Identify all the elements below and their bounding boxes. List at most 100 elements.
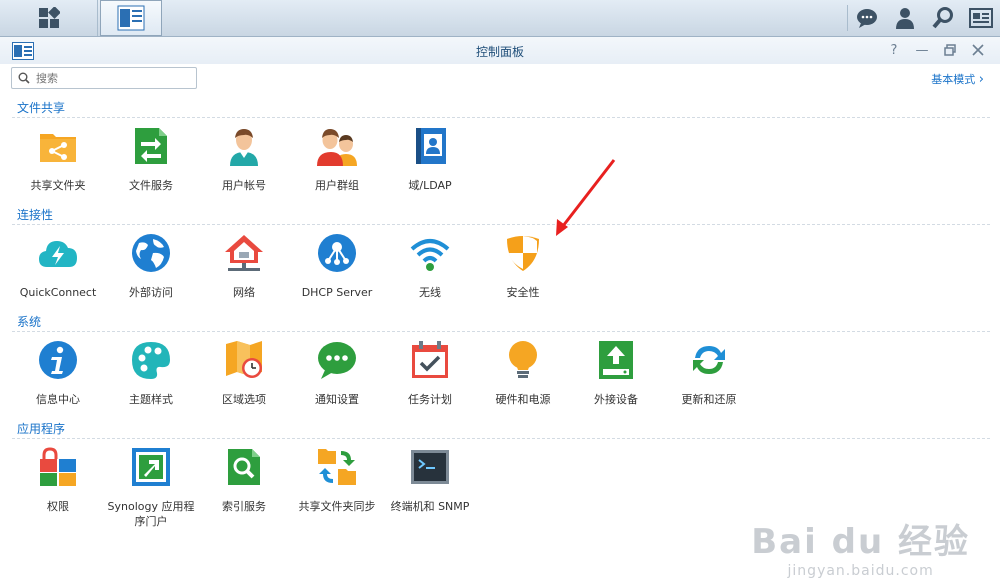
item-shared-folder-sync[interactable]: 共享文件夹同步: [291, 447, 383, 514]
section-title: 文件共享: [12, 99, 990, 118]
item-label: 通知设置: [315, 393, 359, 406]
minimize-icon[interactable]: —: [912, 40, 932, 60]
wifi-icon: [410, 239, 450, 271]
search-input[interactable]: [34, 70, 188, 86]
search-field[interactable]: [11, 67, 197, 89]
window-title: 控制面板: [475, 45, 524, 59]
item-label: 无线: [419, 286, 441, 299]
item-update-restore[interactable]: 更新和还原: [663, 340, 755, 407]
help-icon[interactable]: ?: [884, 40, 904, 60]
item-label: 区域选项: [222, 393, 266, 406]
basic-mode-label: 基本模式: [931, 73, 976, 86]
item-shared-folder[interactable]: 共享文件夹: [12, 126, 104, 193]
user-icon: [230, 129, 258, 166]
item-label: 域/LDAP: [408, 179, 452, 192]
item-external-access[interactable]: 外部访问: [105, 233, 197, 300]
item-task-scheduler[interactable]: 任务计划: [384, 340, 476, 407]
item-label: 网络: [233, 286, 255, 299]
item-label: 索引服务: [222, 500, 266, 513]
window-title-bar: 控制面板 ? —: [0, 37, 1000, 64]
item-privileges[interactable]: 权限: [12, 447, 104, 514]
item-label: 用户帐号: [222, 179, 266, 192]
section-applications: 应用程序 权限 Synology 应用程序门户 索引服务 共享文件夹同步 终端机…: [12, 420, 990, 528]
section-title: 应用程序: [12, 420, 990, 439]
item-label: QuickConnect: [19, 286, 97, 299]
external-device-icon: [599, 341, 633, 379]
item-theme[interactable]: 主题样式: [105, 340, 197, 407]
item-label: 硬件和电源: [495, 393, 551, 406]
control-panel-icon: [117, 5, 145, 31]
chat-bubble-icon: [318, 342, 356, 379]
item-regional-options[interactable]: 区域选项: [198, 340, 290, 407]
item-indexing-service[interactable]: 索引服务: [198, 447, 290, 514]
folder-sync-icon: [318, 449, 356, 485]
item-label: 共享文件夹: [30, 179, 86, 192]
search-icon: [18, 72, 30, 84]
item-dhcp-server[interactable]: DHCP Server: [291, 233, 383, 300]
item-security[interactable]: 安全性: [477, 233, 569, 300]
basic-mode-link[interactable]: 基本模式 ›: [931, 71, 984, 87]
section-system: 系统 信息中心 主题样式 区域选项 通知设置 任务计划 硬件和电源 外接设备 更…: [12, 313, 990, 418]
watermark-main: Bai du 经验: [751, 522, 970, 562]
close-icon[interactable]: [968, 40, 988, 60]
item-notification[interactable]: 通知设置: [291, 340, 383, 407]
item-label: Synology 应用程序门户: [107, 500, 195, 528]
chevron-right-icon: ›: [978, 72, 984, 87]
item-label: 文件服务: [129, 179, 173, 192]
application-portal-icon: [132, 448, 170, 486]
home-network-icon: [225, 235, 263, 271]
item-application-portal[interactable]: Synology 应用程序门户: [105, 447, 197, 529]
calendar-check-icon: [412, 341, 448, 378]
section-file-sharing: 文件共享 共享文件夹 文件服务 用户帐号 用户群组 域/LDAP: [12, 99, 990, 204]
main-menu-button[interactable]: [1, 0, 98, 36]
item-network[interactable]: 网络: [198, 233, 290, 300]
file-services-icon: [135, 128, 167, 164]
item-label: 用户群组: [315, 179, 359, 192]
refresh-icon: [693, 346, 725, 374]
shared-folder-icon: [40, 134, 76, 162]
item-label: 共享文件夹同步: [298, 500, 376, 513]
item-label: 任务计划: [408, 393, 452, 406]
watermark: Bai du 经验 jingyan.baidu.com: [751, 514, 970, 579]
item-label: DHCP Server: [301, 286, 373, 299]
quickconnect-icon: [39, 241, 77, 267]
user-icon[interactable]: [886, 0, 924, 36]
info-icon: [39, 341, 77, 379]
item-label: 主题样式: [129, 393, 173, 406]
item-wireless[interactable]: 无线: [384, 233, 476, 300]
item-label: 信息中心: [36, 393, 80, 406]
light-bulb-icon: [509, 341, 537, 378]
item-user-group[interactable]: 用户群组: [291, 126, 383, 193]
item-hardware-power[interactable]: 硬件和电源: [477, 340, 569, 407]
section-connectivity: 连接性 QuickConnect 外部访问 网络 DHCP Server 无线 …: [12, 206, 990, 311]
map-clock-icon: [226, 341, 262, 378]
item-quickconnect[interactable]: QuickConnect: [12, 233, 104, 300]
item-domain-ldap[interactable]: 域/LDAP: [384, 126, 476, 193]
taskbar: [0, 0, 1000, 37]
search-icon[interactable]: [924, 0, 962, 36]
desktop-widget-icon[interactable]: [962, 0, 1000, 36]
item-file-services[interactable]: 文件服务: [105, 126, 197, 193]
domain-ldap-icon: [416, 128, 446, 164]
section-title: 连接性: [12, 206, 990, 225]
globe-icon: [132, 234, 170, 272]
item-label: 终端机和 SNMP: [390, 500, 470, 513]
grid-icon: [39, 7, 60, 28]
dhcp-server-icon: [318, 234, 356, 272]
restore-icon[interactable]: [940, 40, 960, 60]
watermark-sub: jingyan.baidu.com: [787, 563, 934, 579]
item-label: 更新和还原: [681, 393, 737, 406]
indexing-icon: [228, 449, 260, 485]
item-label: 外接设备: [594, 393, 638, 406]
item-info-center[interactable]: 信息中心: [12, 340, 104, 407]
item-terminal-snmp[interactable]: 终端机和 SNMP: [384, 447, 476, 514]
item-label: 外部访问: [129, 286, 173, 299]
section-title: 系统: [12, 313, 990, 332]
item-user-account[interactable]: 用户帐号: [198, 126, 290, 193]
chat-icon[interactable]: [848, 0, 886, 36]
item-label: 权限: [47, 500, 69, 513]
item-external-devices[interactable]: 外接设备: [570, 340, 662, 407]
palette-icon: [132, 342, 170, 379]
control-panel-taskbar-button[interactable]: [100, 0, 162, 36]
user-group-icon: [317, 129, 357, 166]
